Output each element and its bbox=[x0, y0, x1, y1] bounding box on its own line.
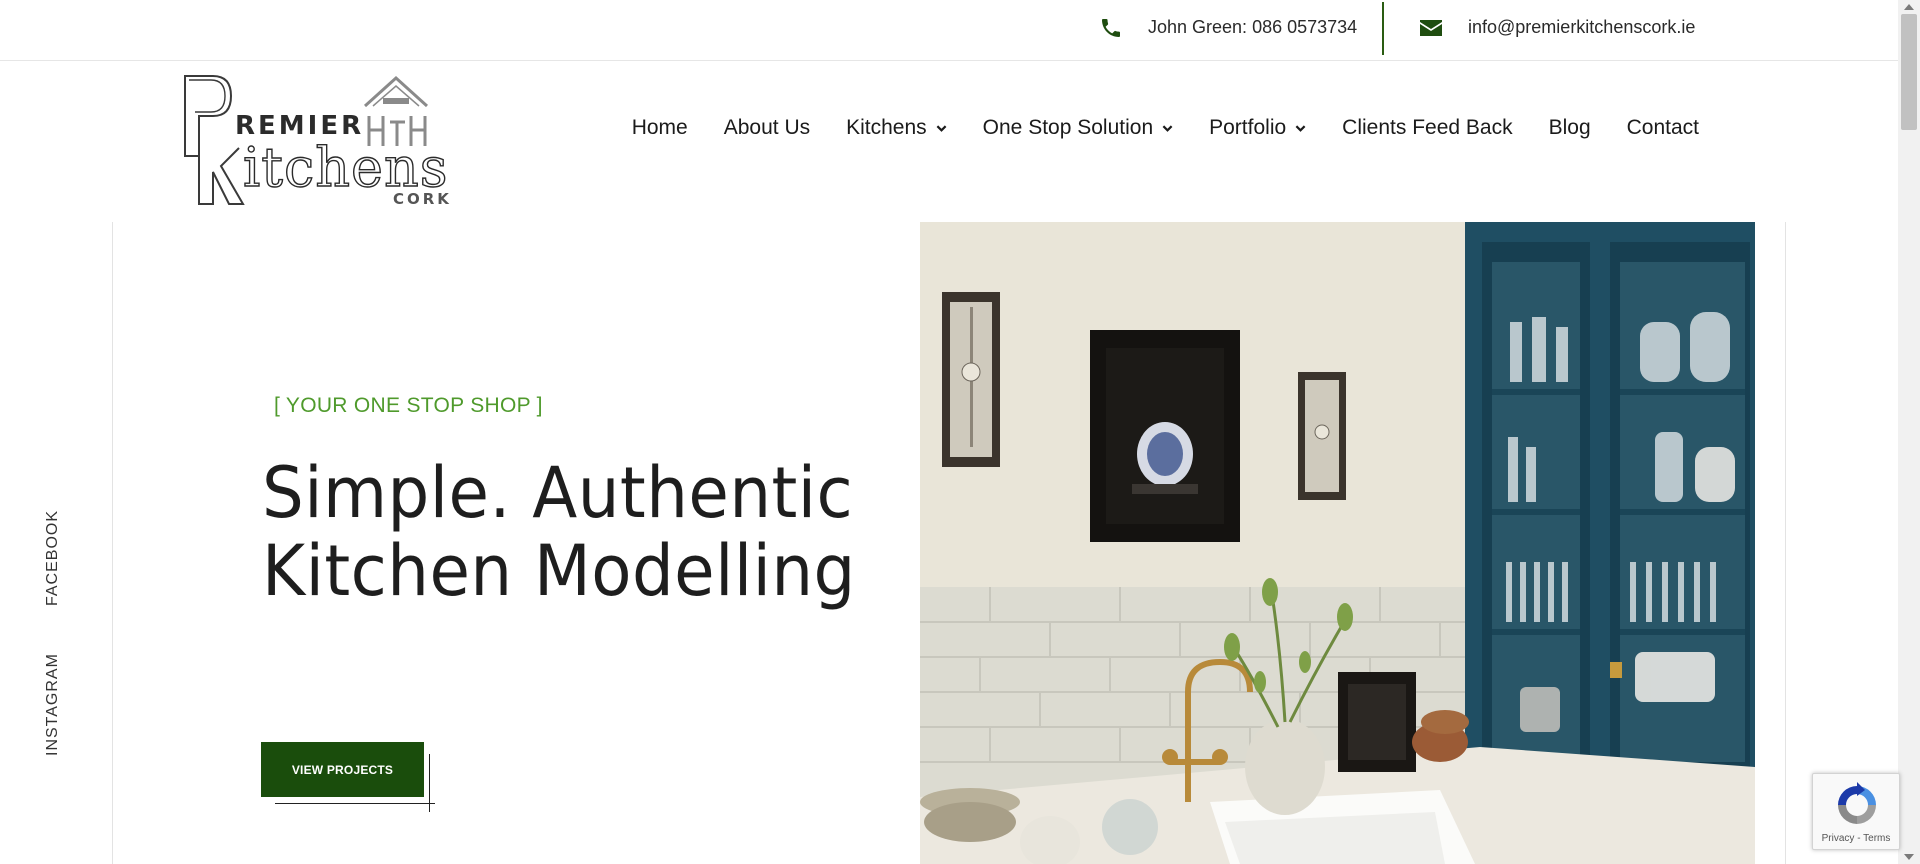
nav-contact-label: Contact bbox=[1626, 116, 1699, 139]
envelope-icon bbox=[1418, 15, 1444, 41]
chevron-down-icon bbox=[936, 124, 947, 132]
hero-headline-line2: Kitchen Modelling bbox=[262, 530, 856, 612]
nav-kitchens-label: Kitchens bbox=[846, 116, 927, 139]
nav-one-stop-solution-label: One Stop Solution bbox=[982, 116, 1154, 139]
frame-line-right bbox=[1785, 222, 1786, 864]
main-nav: Home About Us Kitchens One Stop Solution… bbox=[614, 116, 1699, 140]
nav-contact[interactable]: Contact bbox=[1609, 116, 1699, 140]
logo-cork-text: CORK bbox=[393, 190, 452, 208]
nav-blog-label: Blog bbox=[1548, 116, 1591, 139]
cta-decor-line-vertical bbox=[429, 754, 430, 812]
page-scrollbar[interactable] bbox=[1898, 0, 1920, 864]
nav-about-us[interactable]: About Us bbox=[706, 116, 828, 140]
recaptcha-icon bbox=[1838, 782, 1876, 824]
chevron-down-icon bbox=[1295, 124, 1306, 132]
email-contact[interactable]: info@premierkitchenscork.ie bbox=[1418, 0, 1695, 55]
hero-headline: Simple. Authentic Kitchen Modelling bbox=[262, 454, 856, 610]
topbar-divider bbox=[1382, 2, 1384, 55]
social-facebook-link[interactable]: FACEBOOK bbox=[44, 510, 62, 606]
scroll-down-arrow-icon[interactable] bbox=[1904, 854, 1914, 860]
nav-home-label: Home bbox=[631, 116, 688, 139]
frame-line-left bbox=[112, 222, 113, 864]
nav-one-stop-solution[interactable]: One Stop Solution bbox=[965, 116, 1191, 140]
phone-contact[interactable]: John Green: 086 0573734 bbox=[1098, 0, 1357, 55]
hero-headline-line1: Simple. Authentic bbox=[262, 452, 854, 534]
view-projects-button[interactable]: VIEW PROJECTS bbox=[261, 742, 424, 797]
nav-blog[interactable]: Blog bbox=[1531, 116, 1609, 140]
brand-logo[interactable]: REMIER itchens CORK bbox=[183, 74, 459, 208]
nav-clients-feed-back[interactable]: Clients Feed Back bbox=[1324, 116, 1530, 140]
recaptcha-links[interactable]: Privacy - Terms bbox=[1813, 833, 1899, 844]
nav-portfolio-label: Portfolio bbox=[1209, 116, 1287, 139]
hero-eyebrow: [ YOUR ONE STOP SHOP ] bbox=[274, 394, 543, 417]
cta-wrapper: VIEW PROJECTS bbox=[261, 742, 436, 812]
nav-kitchens[interactable]: Kitchens bbox=[828, 116, 965, 140]
email-label: info@premierkitchenscork.ie bbox=[1468, 17, 1696, 37]
nav-home[interactable]: Home bbox=[614, 116, 706, 140]
scrollbar-thumb[interactable] bbox=[1901, 14, 1917, 130]
nav-clients-feed-back-label: Clients Feed Back bbox=[1342, 116, 1513, 139]
nav-portfolio[interactable]: Portfolio bbox=[1191, 116, 1324, 140]
scroll-up-arrow-icon[interactable] bbox=[1904, 4, 1914, 10]
hero-kitchen-image bbox=[920, 222, 1755, 864]
cta-decor-line-horizontal bbox=[275, 803, 435, 804]
phone-label: John Green: 086 0573734 bbox=[1148, 17, 1358, 37]
nav-about-us-label: About Us bbox=[723, 116, 811, 139]
top-info-bar: John Green: 086 0573734 info@premierkitc… bbox=[0, 0, 1898, 61]
social-instagram-link[interactable]: INSTAGRAM bbox=[44, 653, 62, 756]
phone-icon bbox=[1098, 15, 1124, 41]
recaptcha-badge[interactable]: Privacy - Terms bbox=[1812, 773, 1900, 850]
chevron-down-icon bbox=[1162, 124, 1173, 132]
